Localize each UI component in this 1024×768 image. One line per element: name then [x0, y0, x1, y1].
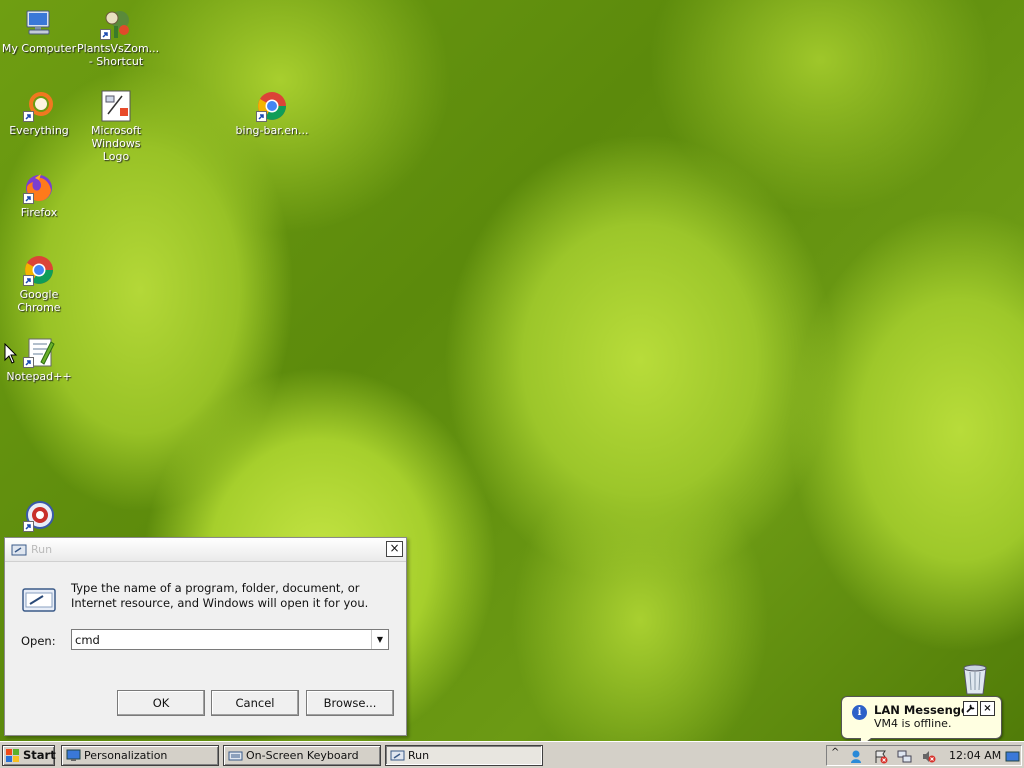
- taskbar-button-personalization[interactable]: Personalization: [61, 745, 219, 766]
- balloon-close-button[interactable]: ×: [980, 701, 995, 716]
- chevron-down-icon[interactable]: ▼: [371, 630, 388, 649]
- plants-vs-zombies-icon: [100, 8, 132, 40]
- ok-button[interactable]: OK: [117, 690, 205, 716]
- shortcut-arrow-icon: [256, 111, 267, 122]
- open-combobox[interactable]: ▼: [71, 629, 389, 650]
- keyboard-icon: [228, 749, 243, 762]
- close-button[interactable]: ×: [386, 541, 403, 557]
- cancel-button[interactable]: Cancel: [211, 690, 299, 716]
- recycle-bin-icon[interactable]: [958, 660, 992, 696]
- desktop-icon-popup[interactable]: [0, 500, 78, 534]
- shortcut-arrow-icon: [23, 521, 34, 532]
- volume-muted-icon[interactable]: [921, 749, 936, 764]
- firefox-icon: [23, 172, 55, 204]
- open-label: Open:: [21, 634, 56, 648]
- chrome-icon: [23, 254, 55, 286]
- browse-button[interactable]: Browse...: [306, 690, 394, 716]
- desktop-icon-google-chrome[interactable]: Google Chrome: [0, 254, 78, 314]
- start-label: Start: [23, 748, 56, 762]
- start-button[interactable]: Start: [2, 745, 56, 766]
- run-icon: [390, 749, 405, 762]
- desktop-icon-bing-bar[interactable]: bing-bar.en...: [233, 90, 311, 137]
- run-program-icon: [21, 586, 57, 614]
- run-description: Type the name of a program, folder, docu…: [71, 581, 369, 610]
- lan-messenger-tray-icon[interactable]: [849, 749, 864, 764]
- desktop-icon-label: My Computer: [1, 42, 77, 55]
- desktop-icon-label: bing-bar.en...: [235, 124, 309, 137]
- desktop-icon-label: PlantsVsZom... - Shortcut: [77, 42, 160, 68]
- show-hidden-icons-button[interactable]: ^: [831, 747, 839, 758]
- balloon-message: VM4 is offline.: [874, 717, 952, 730]
- run-title: Run: [31, 543, 53, 556]
- taskbar-button-run[interactable]: Run: [385, 745, 543, 766]
- desktop-icon-microsoft-windows-logo[interactable]: Microsoft Windows Logo: [77, 90, 155, 163]
- notepad-plus-plus-icon: [23, 336, 55, 368]
- shortcut-arrow-icon: [23, 275, 34, 286]
- desktop-icon-label: Notepad++: [6, 370, 72, 383]
- desktop-icon-label: Firefox: [20, 206, 58, 219]
- taskbar-button-on-screen-keyboard[interactable]: On-Screen Keyboard: [223, 745, 381, 766]
- notification-balloon[interactable]: i LAN Messenger VM4 is offline. ×: [841, 696, 1002, 748]
- show-desktop-icon[interactable]: [1005, 749, 1020, 764]
- desktop-icon-firefox[interactable]: Firefox: [0, 172, 78, 219]
- open-input[interactable]: [72, 630, 368, 649]
- taskbar-button-label: Personalization: [84, 749, 168, 762]
- clock[interactable]: 12:04 AM: [949, 749, 1001, 762]
- system-tray: ^ 12:04 AM: [826, 745, 1022, 766]
- taskbar-button-label: Run: [408, 749, 430, 762]
- popup-app-icon: [23, 500, 55, 532]
- desktop-icon-everything[interactable]: Everything: [0, 90, 78, 137]
- personalization-icon: [66, 749, 81, 762]
- shortcut-arrow-icon: [100, 29, 111, 40]
- network-icon[interactable]: [897, 749, 912, 764]
- chrome-icon: [256, 90, 288, 122]
- info-icon: i: [852, 705, 867, 720]
- windows-flag-icon: [6, 749, 20, 762]
- action-center-icon[interactable]: [873, 749, 888, 764]
- desktop-icon-label: Google Chrome: [17, 288, 61, 314]
- balloon-title: LAN Messenger: [874, 703, 975, 717]
- desktop-icon-plants-vs-zombies[interactable]: PlantsVsZom... - Shortcut: [77, 8, 160, 68]
- shortcut-arrow-icon: [23, 193, 34, 204]
- computer-icon: [23, 8, 55, 40]
- windows-logo-document-icon: [100, 90, 132, 122]
- shortcut-arrow-icon: [23, 357, 34, 368]
- wrench-icon[interactable]: [963, 701, 978, 716]
- mouse-cursor-icon: [4, 342, 18, 365]
- shortcut-arrow-icon: [23, 111, 34, 122]
- run-dialog: Run × Type the name of a program, folder…: [4, 537, 407, 736]
- desktop-icon-label: Everything: [9, 124, 69, 137]
- desktop-icon-label: Microsoft Windows Logo: [90, 124, 142, 163]
- taskbar-button-label: On-Screen Keyboard: [246, 749, 359, 762]
- taskbar: Start Personalization On-Screen Keyboard…: [0, 741, 1024, 768]
- run-titlebar[interactable]: Run ×: [5, 538, 406, 562]
- everything-search-icon: [23, 90, 55, 122]
- desktop-icon-my-computer[interactable]: My Computer: [0, 8, 78, 55]
- run-title-icon: [11, 543, 27, 557]
